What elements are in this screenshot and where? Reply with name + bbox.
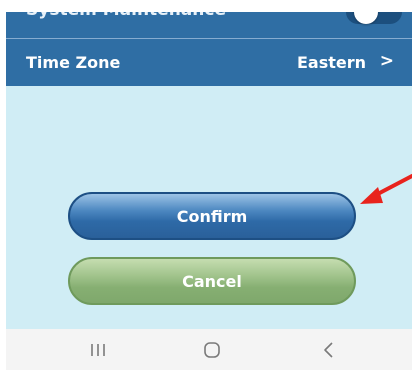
maintenance-toggle[interactable] [346, 12, 402, 24]
confirm-button[interactable]: Confirm [68, 192, 356, 240]
recent-apps-button[interactable] [68, 329, 128, 370]
red-arrow-annotation [360, 174, 412, 204]
confirm-button-label: Confirm [176, 206, 248, 226]
home-icon [204, 341, 220, 358]
cancel-button-label: Cancel [182, 271, 242, 291]
time-zone-value: Eastern [296, 53, 366, 72]
cancel-button[interactable]: Cancel [68, 257, 356, 305]
system-nav-bar [6, 329, 412, 370]
settings-row-label: System Maintenance [26, 12, 226, 20]
chevron-right-icon: > [379, 51, 394, 71]
settings-row-system-maintenance[interactable]: System Maintenance [6, 12, 412, 38]
toggle-knob [354, 12, 378, 24]
settings-panel: System Maintenance Time Zone Eastern > [6, 12, 412, 86]
content-area: Confirm Cancel [6, 86, 412, 329]
settings-row-time-zone[interactable]: Time Zone Eastern > [6, 39, 412, 86]
home-button[interactable] [182, 329, 242, 370]
recent-apps-icon [91, 343, 105, 356]
back-button[interactable] [299, 329, 359, 370]
arrow-head [360, 187, 383, 204]
time-zone-label: Time Zone [26, 53, 121, 72]
back-icon [324, 341, 333, 358]
status-strip [0, 0, 412, 12]
